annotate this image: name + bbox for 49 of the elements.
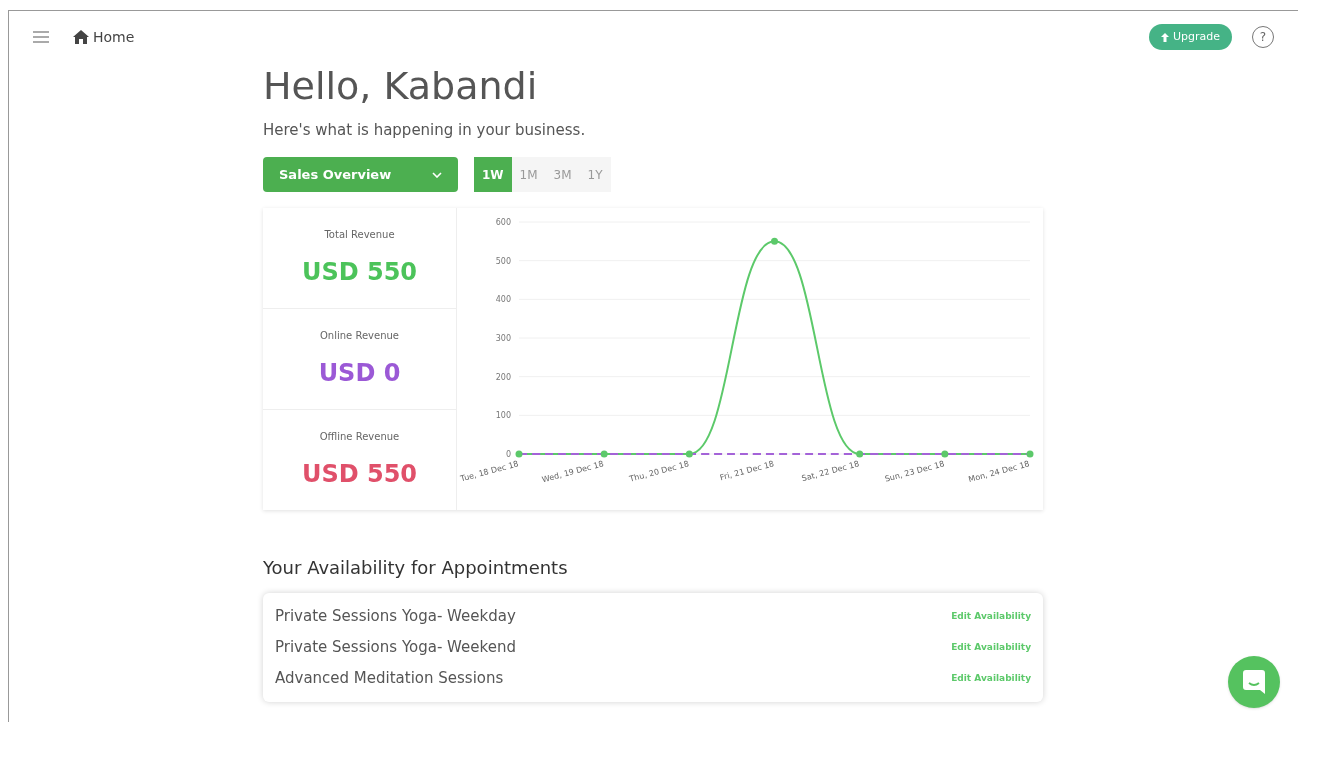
overview-dropdown[interactable]: Sales Overview	[263, 157, 458, 192]
section-heading: Your Availability for Appointments	[263, 556, 569, 580]
x-tick-label: Wed, 19 Dec 18	[541, 459, 605, 485]
range-tab[interactable]: 1Y	[579, 157, 611, 192]
home-icon	[73, 30, 89, 44]
data-point	[515, 450, 523, 458]
y-tick-label: 100	[495, 411, 511, 421]
stat-label: Online Revenue	[320, 328, 399, 343]
greeting-heading: Hello, Kabandi	[263, 63, 539, 110]
appointment-name: Private Sessions Yoga- Weekday	[275, 606, 516, 628]
chevron-down-icon	[432, 171, 442, 178]
edit-availability-link[interactable]: Edit Availability	[951, 609, 1031, 624]
edit-availability-link[interactable]: Edit Availability	[951, 671, 1031, 686]
stat-value: USD 0	[318, 357, 401, 389]
stat-label: Total Revenue	[324, 227, 395, 242]
stat-value: USD 550	[301, 458, 418, 490]
y-tick-label: 400	[495, 295, 511, 305]
x-tick-label: Mon, 24 Dec 18	[967, 459, 1031, 485]
data-point	[771, 237, 778, 245]
y-tick-label: 500	[495, 256, 511, 266]
appointment-name: Private Sessions Yoga- Weekend	[275, 637, 516, 659]
x-tick-label: Sat, 22 Dec 18	[800, 459, 861, 484]
arrow-up-icon	[1160, 32, 1169, 42]
appointment-name: Advanced Meditation Sessions	[275, 668, 504, 690]
chat-icon	[1243, 670, 1265, 694]
data-point	[856, 450, 864, 458]
data-point	[600, 450, 608, 458]
y-tick-label: 200	[495, 372, 511, 382]
upgrade-button[interactable]: Upgrade	[1148, 24, 1232, 50]
y-tick-label: 0	[505, 450, 511, 459]
y-tick-label: 300	[495, 334, 511, 343]
data-point	[941, 450, 949, 458]
x-tick-label: Fri, 21 Dec 18	[719, 459, 775, 483]
stat-label: Offline Revenue	[319, 429, 400, 444]
range-tab[interactable]: 3M	[545, 157, 580, 192]
edit-availability-link[interactable]: Edit Availability	[951, 640, 1031, 655]
stat-value: USD 550	[301, 256, 418, 288]
range-tab[interactable]: 1W	[474, 157, 512, 192]
x-tick-label: Sun, 23 Dec 18	[883, 459, 946, 484]
subtitle-text: Here's what is happening in your business.	[263, 119, 587, 141]
chat-button[interactable]	[1228, 656, 1280, 708]
data-point	[1026, 450, 1034, 458]
x-tick-label: Thu, 20 Dec 18	[628, 459, 690, 484]
data-point	[685, 450, 693, 458]
y-tick-label: 600	[495, 218, 511, 227]
x-tick-label: Tue, 18 Dec 18	[459, 459, 520, 484]
range-tab[interactable]: 1M	[511, 157, 546, 192]
menu-icon[interactable]	[33, 31, 49, 43]
breadcrumb-link[interactable]: Home	[93, 26, 135, 48]
